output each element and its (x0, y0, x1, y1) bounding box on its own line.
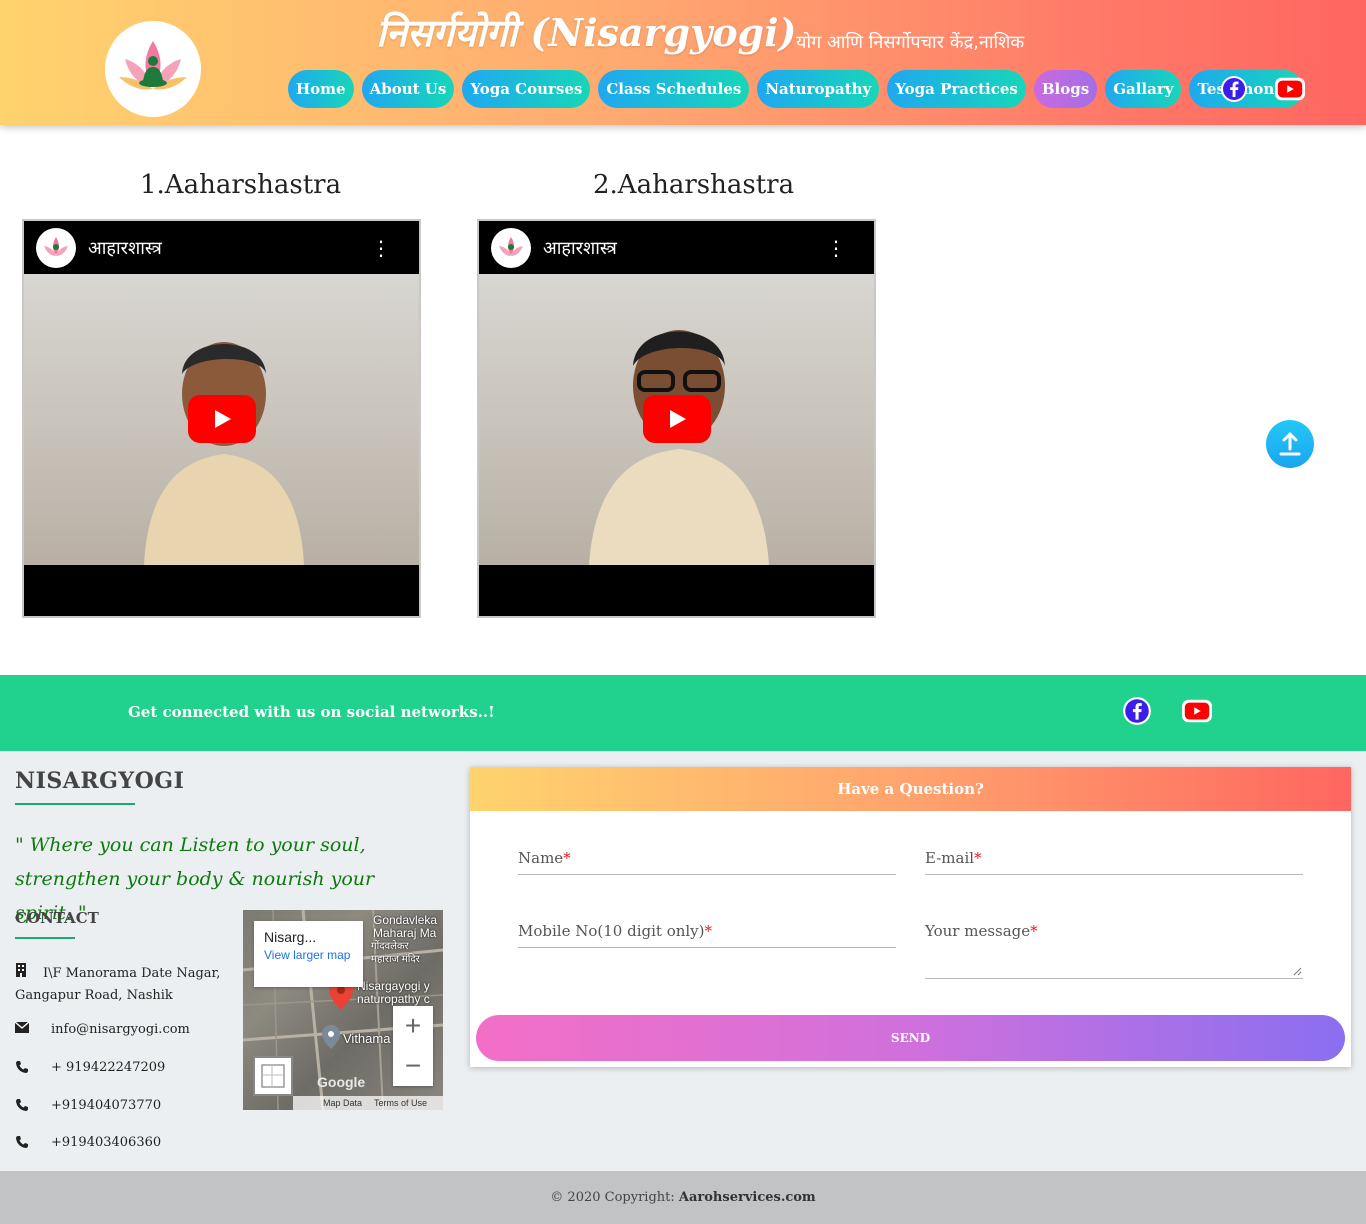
view-larger-map-link[interactable]: View larger map (264, 948, 353, 962)
scroll-to-top-button[interactable] (1266, 420, 1314, 468)
play-button[interactable] (188, 395, 256, 443)
form-heading: Have a Question? (470, 767, 1351, 811)
mobile-field[interactable]: Mobile No(10 digit only)* (518, 922, 896, 948)
address-line-1: I\F Manorama Date Nagar, (43, 966, 221, 981)
map-label-nisargayogi: Nisargayogi y naturopathy c (357, 979, 430, 1006)
question-form: Have a Question? Name* E-mail* Mobile No… (470, 767, 1351, 1067)
site-footer: NISARGYOGI " Where you can Listen to you… (0, 751, 1366, 1171)
email-label: E-mail (925, 849, 975, 867)
send-button[interactable]: SEND (476, 1015, 1345, 1061)
contact-address: I\F Manorama Date Nagar, Gangapur Road, … (15, 963, 220, 1007)
play-button[interactable] (643, 395, 711, 443)
play-icon (215, 410, 231, 428)
band-social-links (1122, 697, 1212, 725)
map-label-vithama: Vithama (343, 1031, 391, 1046)
zoom-out-button[interactable]: − (393, 1046, 433, 1086)
youtube-icon[interactable] (1275, 75, 1305, 103)
video-title-bar: आहारशास्त्र ⋮ (479, 221, 874, 274)
nav-item-yoga-practices[interactable]: Yoga Practices (887, 70, 1026, 108)
main-nav: Home About Us Yoga Courses Class Schedules N… (288, 70, 1304, 108)
channel-logo-icon[interactable] (491, 227, 531, 268)
phone-number[interactable]: + 919422247209 (51, 1060, 165, 1078)
video-name[interactable]: आहारशास्त्र (88, 236, 371, 260)
play-icon (670, 410, 686, 428)
name-label: Name (518, 849, 564, 867)
map-info-card: Nisarg... View larger map (254, 921, 363, 987)
nav-item-about-us[interactable]: About Us (361, 70, 455, 108)
arrow-up-icon (1279, 432, 1301, 456)
required-mark: * (704, 922, 713, 940)
email-link[interactable]: info@nisargyogi.com (51, 1022, 190, 1037)
message-textarea[interactable]: Your message* (925, 922, 1303, 979)
lotus-logo-icon (119, 41, 187, 90)
address-line-2: Gangapur Road, Nashik (15, 988, 173, 1003)
contact-phone-1: + 919422247209 (15, 1060, 165, 1078)
youtube-icon[interactable] (1182, 697, 1212, 725)
nav-item-class-schedules[interactable]: Class Schedules (598, 70, 750, 108)
channel-logo-icon[interactable] (36, 227, 76, 268)
video-name[interactable]: आहारशास्त्र (543, 236, 826, 260)
video-player-2[interactable]: आहारशास्त्र ⋮ (477, 219, 876, 618)
contact-underline (15, 937, 75, 939)
nav-item-blogs[interactable]: Blogs (1033, 70, 1098, 108)
map-poi-icon (322, 1025, 340, 1049)
header-social-links (1219, 75, 1305, 103)
social-band-text: Get connected with us on social networks… (128, 703, 495, 721)
map-terms-link[interactable]: Terms of Use (374, 1098, 427, 1108)
contact-email: info@nisargyogi.com (14, 1021, 190, 1037)
more-vert-icon[interactable]: ⋮ (826, 236, 846, 260)
site-tagline: योग आणि निसर्गोपचार केंद्र,नाशिक (796, 32, 1025, 53)
zoom-in-button[interactable]: + (393, 1006, 433, 1046)
building-icon (15, 963, 43, 985)
site-brand-title[interactable]: निसर्गयोगी (Nisargyogi) (376, 6, 797, 58)
map-label-gondavlekar: Gondavleka Maharaj Ma (373, 913, 438, 940)
facebook-icon[interactable] (1219, 75, 1249, 103)
video-title-1: 1.Aaharshastra (140, 170, 342, 200)
nav-item-gallary[interactable]: Gallary (1105, 70, 1182, 108)
more-vert-icon[interactable]: ⋮ (371, 236, 391, 260)
nav-item-yoga-courses[interactable]: Yoga Courses (462, 70, 591, 108)
copyright-site-link[interactable]: Aarohservices.com (679, 1190, 816, 1205)
footer-brand: NISARGYOGI (15, 768, 185, 794)
required-mark: * (974, 849, 982, 867)
mobile-label: Mobile No(10 digit only) (518, 922, 705, 940)
contact-heading: CONTACT (15, 909, 99, 927)
map-label-marathi: गोंदवलेकर महाराज मंदिर (371, 941, 420, 965)
video-title-2: 2.Aaharshastra (593, 170, 795, 200)
site-logo[interactable] (105, 21, 201, 117)
phone-icon (15, 1060, 51, 1078)
message-label: Your message (925, 922, 1031, 940)
facebook-icon[interactable] (1122, 697, 1152, 725)
video-player-1[interactable]: आहारशास्त्र ⋮ (22, 219, 421, 618)
resize-handle-icon[interactable] (1293, 967, 1302, 976)
google-logo: Google (317, 1074, 366, 1090)
envelope-icon (14, 1021, 51, 1037)
required-mark: * (563, 849, 571, 867)
location-map[interactable]: Gondavleka Maharaj Ma गोंदवलेकर महाराज मंद… (243, 910, 443, 1110)
footer-brand-underline (15, 803, 135, 805)
phone-number[interactable]: +919404073770 (51, 1098, 161, 1116)
map-data-link[interactable]: Map Data (323, 1098, 362, 1108)
name-field[interactable]: Name* (518, 849, 896, 875)
phone-icon (15, 1135, 51, 1153)
required-mark: * (1030, 922, 1038, 940)
email-field[interactable]: E-mail* (925, 849, 1303, 875)
map-place-name: Nisarg... (264, 929, 317, 945)
video-title-bar: आहारशास्त्र ⋮ (24, 221, 419, 274)
map-zoom-controls: + − (393, 1006, 433, 1086)
street-view-button[interactable] (253, 1056, 293, 1096)
phone-icon (15, 1098, 51, 1116)
copyright-text: © 2020 Copyright: (550, 1190, 675, 1205)
site-header: निसर्गयोगी (Nisargyogi) योग आणि निसर्गोप… (0, 0, 1366, 125)
nav-item-naturopathy[interactable]: Naturopathy (757, 70, 880, 108)
contact-phone-3: +919403406360 (15, 1135, 161, 1153)
phone-number[interactable]: +919403406360 (51, 1135, 161, 1153)
contact-phone-2: +919404073770 (15, 1098, 161, 1116)
social-band: Get connected with us on social networks… (0, 675, 1366, 751)
nav-item-home[interactable]: Home (288, 70, 354, 108)
map-footer: Map Data Terms of Use (293, 1096, 443, 1110)
layers-icon (261, 1064, 285, 1088)
copyright-bar: © 2020 Copyright: Aarohservices.com (0, 1171, 1366, 1224)
